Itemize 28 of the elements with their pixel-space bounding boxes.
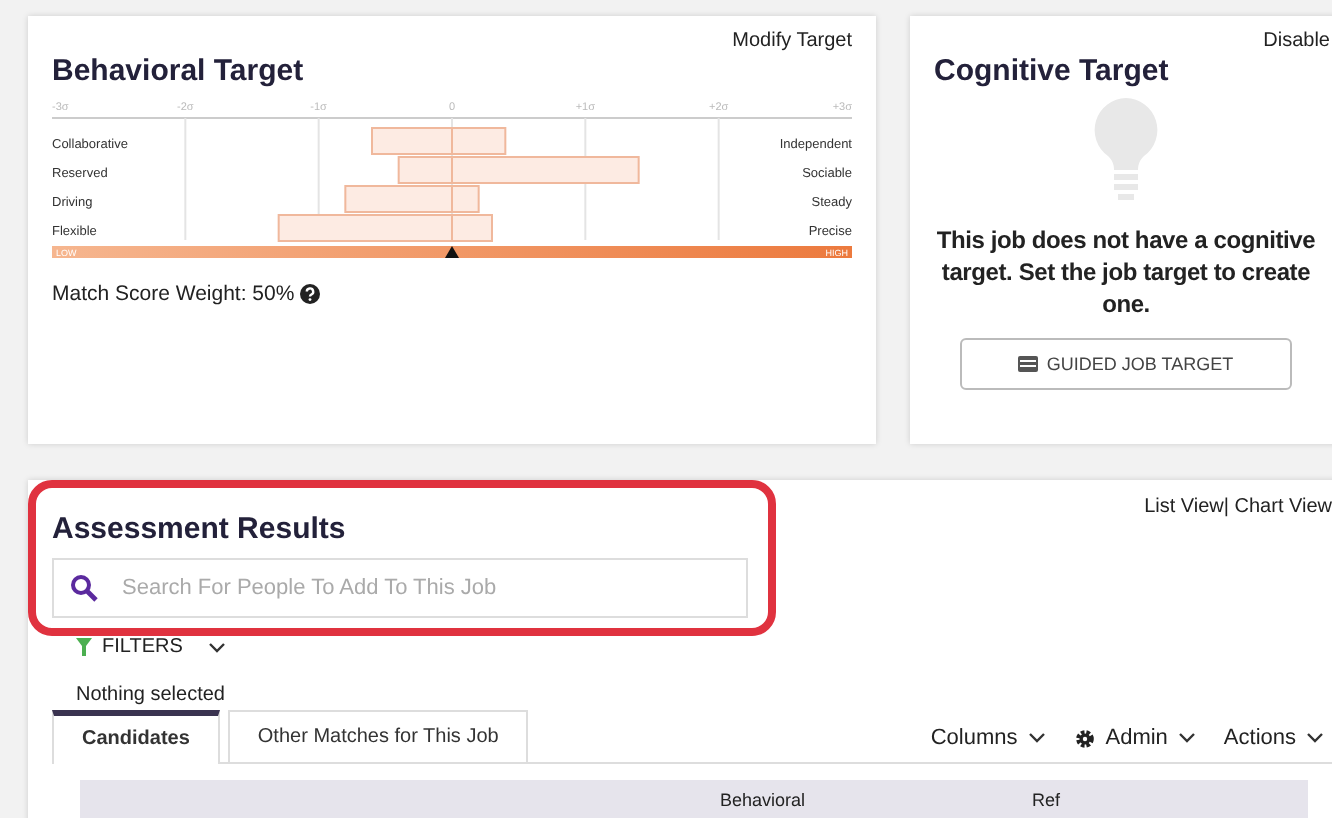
card-title: Behavioral Target: [52, 54, 304, 88]
tab[interactable]: Candidates: [52, 710, 220, 764]
filter-icon: [76, 638, 92, 656]
search-icon: [70, 574, 98, 602]
menu-dropdown[interactable]: Admin: [1069, 714, 1200, 762]
gear-icon: [1073, 727, 1096, 749]
selection-status: Nothing selected: [76, 684, 227, 706]
chevron-icon: [1177, 732, 1196, 744]
section-title: Assessment Results: [52, 512, 346, 546]
help-icon[interactable]: [300, 284, 321, 304]
empty-message: This job does not have a cognitive target. Set the job target to create one.: [934, 224, 1318, 322]
disable-link[interactable]: Disable: [1263, 30, 1330, 52]
card-icon: [1018, 355, 1039, 372]
view-links[interactable]: List View| Chart View: [1144, 496, 1332, 546]
menu-dropdown[interactable]: Columns: [926, 714, 1050, 762]
match-score-weight: Match Score Weight: 50%: [52, 282, 295, 306]
filters-dropdown[interactable]: FILTERS: [102, 636, 183, 658]
chevron-icon: [1027, 732, 1046, 744]
search-field[interactable]: Search For People To Add To This Job: [52, 558, 748, 618]
column-header[interactable]: Ref: [1032, 790, 1061, 810]
card-title: Cognitive Target: [934, 54, 1169, 88]
chevron-icon: [1306, 732, 1324, 744]
menu-dropdown[interactable]: Actions: [1219, 714, 1328, 762]
chevron-icon[interactable]: [208, 641, 227, 653]
column-header[interactable]: Behavioral: [720, 790, 806, 810]
guided-job-target-button[interactable]: GUIDED JOB TARGET: [960, 337, 1292, 390]
modify-target-link[interactable]: Modify Target: [732, 30, 852, 52]
tab[interactable]: Other Matches for This Job: [227, 710, 529, 762]
